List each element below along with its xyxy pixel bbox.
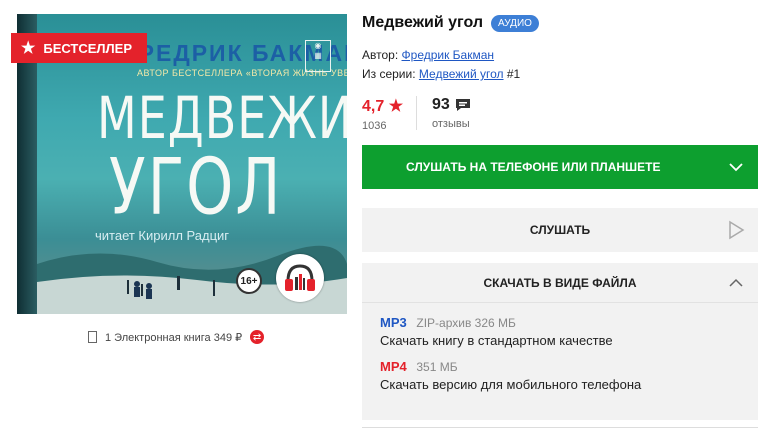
bestseller-badge: ★ БЕСТСЕЛЛЕР [11, 33, 147, 63]
format-name: MP4 [380, 359, 407, 374]
download-label: СКАЧАТЬ В ВИДЕ ФАЙЛА [483, 275, 637, 290]
series-line: Из серии: Медвежий угол #1 [362, 67, 520, 81]
cover-title-line2: УГОЛ [109, 142, 283, 233]
listen-label: СЛУШАТЬ [529, 223, 591, 237]
divider [362, 427, 758, 428]
play-icon [729, 220, 745, 240]
author-label: Автор: [362, 48, 399, 62]
rating-value: 4,7 [362, 98, 385, 115]
document-icon [88, 331, 97, 343]
reviews-count: 93 [432, 96, 450, 113]
author-line: Автор: Фредрик Бакман [362, 48, 494, 62]
series-link[interactable]: Медвежий угол [419, 67, 504, 81]
reviews-block[interactable]: 93 отзывы [432, 96, 471, 130]
series-label: Из серии: [362, 67, 416, 81]
page-title: Медвежий угол [362, 14, 484, 31]
author-link[interactable]: Фредрик Бакман [402, 48, 495, 62]
format-name: MP3 [380, 315, 407, 330]
format-mp4[interactable]: MP4 351 МБ [380, 359, 458, 374]
rating-divider [416, 96, 417, 130]
chevron-up-icon [729, 278, 743, 287]
headphones-icon [276, 254, 324, 302]
format-mp3-description[interactable]: Скачать книгу в стандартном качестве [380, 333, 613, 348]
download-panel: СКАЧАТЬ В ВИДЕ ФАЙЛА MP3 ZIP-архив 326 М… [362, 263, 758, 420]
listen-button[interactable]: СЛУШАТЬ [362, 208, 758, 252]
bestseller-label: БЕСТСЕЛЛЕР [43, 40, 133, 56]
rating-star-icon: ★ [388, 98, 404, 115]
format-mp4-description[interactable]: Скачать версию для мобильного телефона [380, 377, 641, 392]
series-number: #1 [506, 67, 521, 81]
audio-badge: АУДИО [491, 14, 539, 32]
edition-info[interactable]: 1 Электронная книга 349 ₽ ⇄ [88, 330, 265, 344]
download-toggle[interactable]: СКАЧАТЬ В ВИДЕ ФАЙЛА [362, 263, 758, 303]
rating-block[interactable]: 4,7 ★ 1036 [362, 96, 403, 132]
star-icon: ★ [21, 40, 36, 57]
publisher-logo: ◉ ▦ [305, 40, 331, 72]
chevron-down-icon [729, 163, 743, 172]
subscription-icon: ⇄ [250, 330, 265, 344]
listen-on-phone-label: СЛУШАТЬ НА ТЕЛЕФОНЕ ИЛИ ПЛАНШЕТЕ [406, 160, 661, 174]
format-size: 351 МБ [416, 360, 458, 374]
comment-icon [455, 99, 470, 111]
rating-votes: 1036 [362, 120, 387, 132]
edition-text: 1 Электронная книга 349 ₽ [105, 331, 243, 344]
reviews-count-row: 93 [432, 96, 471, 114]
age-rating-badge: 16+ [236, 268, 262, 294]
format-mp3[interactable]: MP3 ZIP-архив 326 МБ [380, 315, 516, 330]
rating-value-row: 4,7 ★ [362, 96, 403, 116]
format-size: ZIP-архив 326 МБ [416, 316, 516, 330]
title-row: Медвежий угол АУДИО [362, 14, 539, 32]
reviews-label: отзывы [432, 118, 470, 130]
listen-on-phone-button[interactable]: СЛУШАТЬ НА ТЕЛЕФОНЕ ИЛИ ПЛАНШЕТЕ [362, 145, 758, 189]
